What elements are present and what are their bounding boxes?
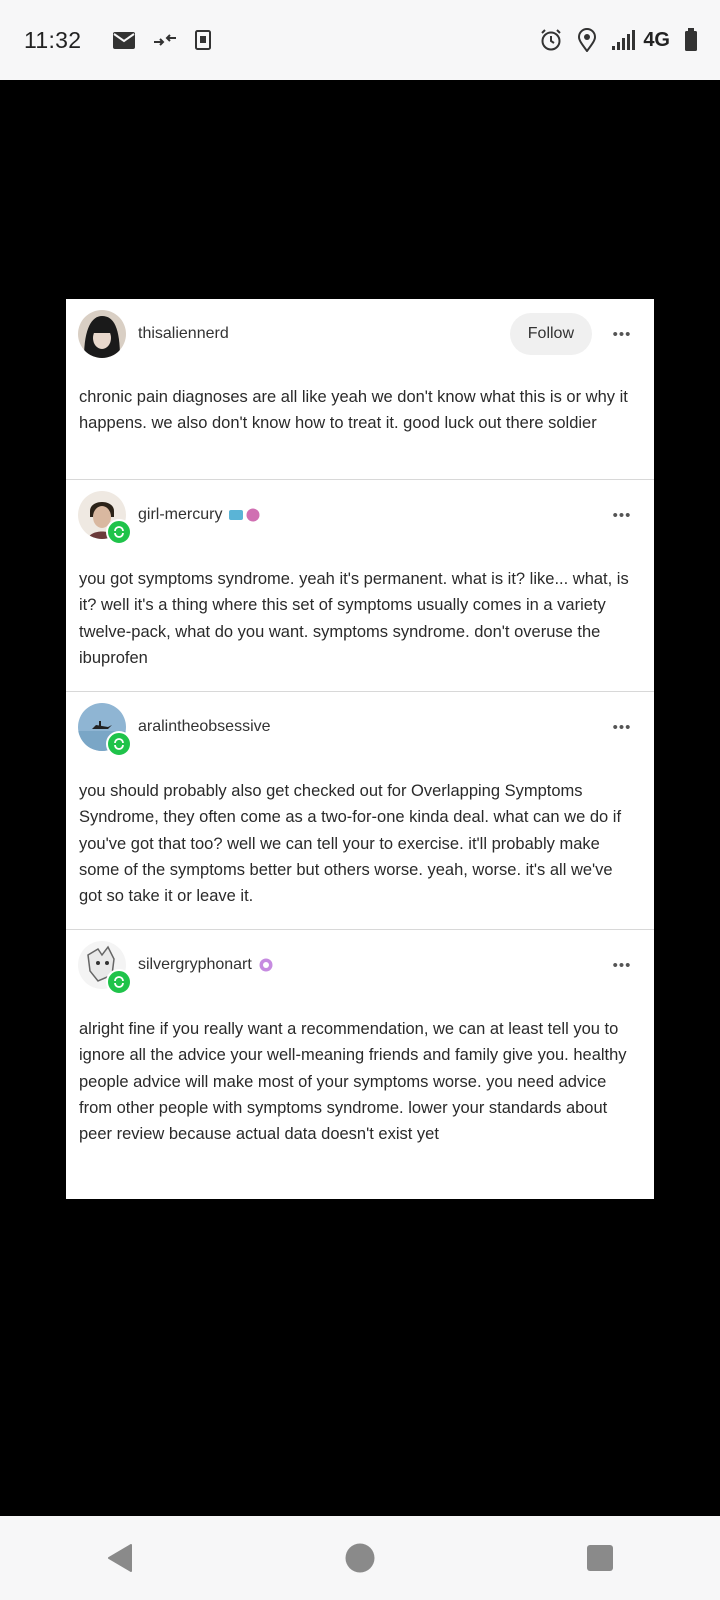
- blog-badges-icon: [228, 507, 262, 523]
- username[interactable]: aralintheobsessive: [138, 718, 271, 736]
- post-screenshot: thisaliennerd Follow ••• chronic pain di…: [66, 299, 654, 1199]
- status-time: 11:32: [24, 26, 82, 53]
- post-entry: aralintheobsessive ••• you should probab…: [66, 691, 654, 929]
- back-icon[interactable]: [90, 1528, 150, 1588]
- avatar[interactable]: [78, 703, 132, 757]
- post-text: alright fine if you really want a recomm…: [79, 1020, 627, 1144]
- more-options-icon[interactable]: •••: [602, 507, 642, 524]
- navigation-bar: [0, 1516, 720, 1600]
- alarm-icon: [539, 28, 563, 52]
- more-options-icon[interactable]: •••: [602, 957, 642, 974]
- post-entry: thisaliennerd Follow ••• chronic pain di…: [66, 299, 654, 479]
- more-options-icon[interactable]: •••: [602, 326, 642, 343]
- avatar[interactable]: [78, 491, 132, 545]
- signal-icon: [611, 29, 637, 51]
- network-label: 4G: [643, 28, 670, 51]
- post-entry: girl-mercury ••• you got symptoms syndro…: [66, 479, 654, 691]
- recents-icon[interactable]: [570, 1528, 630, 1588]
- more-options-icon[interactable]: •••: [602, 719, 642, 736]
- mail-icon: [113, 31, 136, 49]
- post-text: chronic pain diagnoses are all like yeah…: [79, 388, 628, 433]
- reblog-icon: [106, 519, 132, 545]
- location-icon: [577, 28, 597, 52]
- follow-button[interactable]: Follow: [509, 313, 592, 355]
- username[interactable]: silvergryphonart: [138, 956, 252, 974]
- kindle-icon: [195, 30, 212, 50]
- avatar[interactable]: [78, 941, 132, 995]
- battery-icon: [684, 28, 698, 52]
- username[interactable]: thisaliennerd: [138, 325, 229, 343]
- home-icon[interactable]: [330, 1528, 390, 1588]
- data-transfer-icon: [153, 32, 177, 48]
- avatar[interactable]: [78, 310, 126, 358]
- status-bar: 11:32 4G: [0, 0, 720, 80]
- username[interactable]: girl-mercury: [138, 506, 222, 524]
- post-entry: silvergryphonart ••• alright fine if you…: [66, 929, 654, 1199]
- reblog-icon: [106, 731, 132, 757]
- reblog-icon: [106, 969, 132, 995]
- post-text: you should probably also get checked out…: [79, 782, 622, 906]
- post-text: you got symptoms syndrome. yeah it's per…: [79, 570, 629, 667]
- blog-badge-icon: [258, 957, 274, 973]
